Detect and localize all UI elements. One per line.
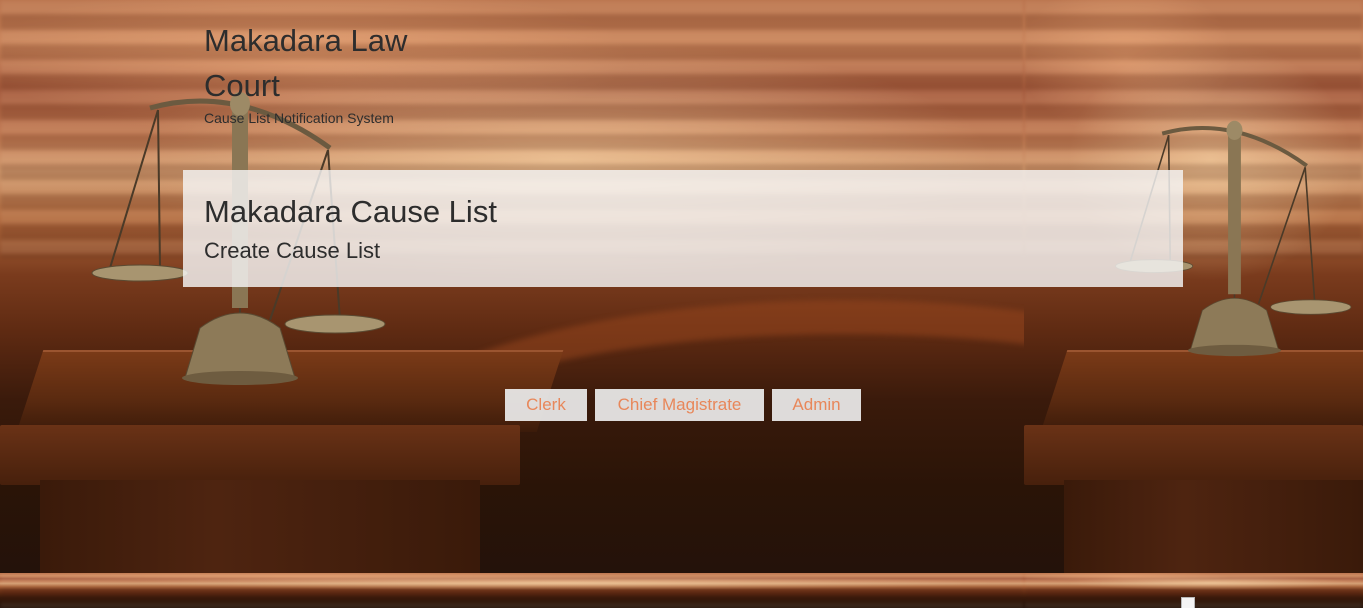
pedestal-ledge (0, 425, 520, 485)
pedestal-ledge (1024, 425, 1363, 485)
broken-image-icon (1181, 597, 1195, 608)
chief-magistrate-button[interactable]: Chief Magistrate (595, 389, 764, 421)
clerk-button[interactable]: Clerk (505, 389, 587, 421)
courtroom-background-image-repeat (0, 573, 1024, 608)
pedestal-body (1064, 480, 1363, 573)
site-tagline: Cause List Notification System (204, 110, 394, 126)
landing-page: Makadara Law Court Cause List Notificati… (0, 0, 1363, 608)
banner-subtitle: Create Cause List (204, 238, 381, 263)
pedestal-body (40, 480, 480, 573)
banner-title: Makadara Cause List (204, 194, 497, 229)
site-title: Makadara Law Court (204, 23, 408, 103)
admin-button[interactable]: Admin (772, 389, 861, 421)
gallery-seating-rows (0, 573, 1024, 608)
cause-list-banner: Makadara Cause List Create Cause List (183, 170, 1183, 287)
